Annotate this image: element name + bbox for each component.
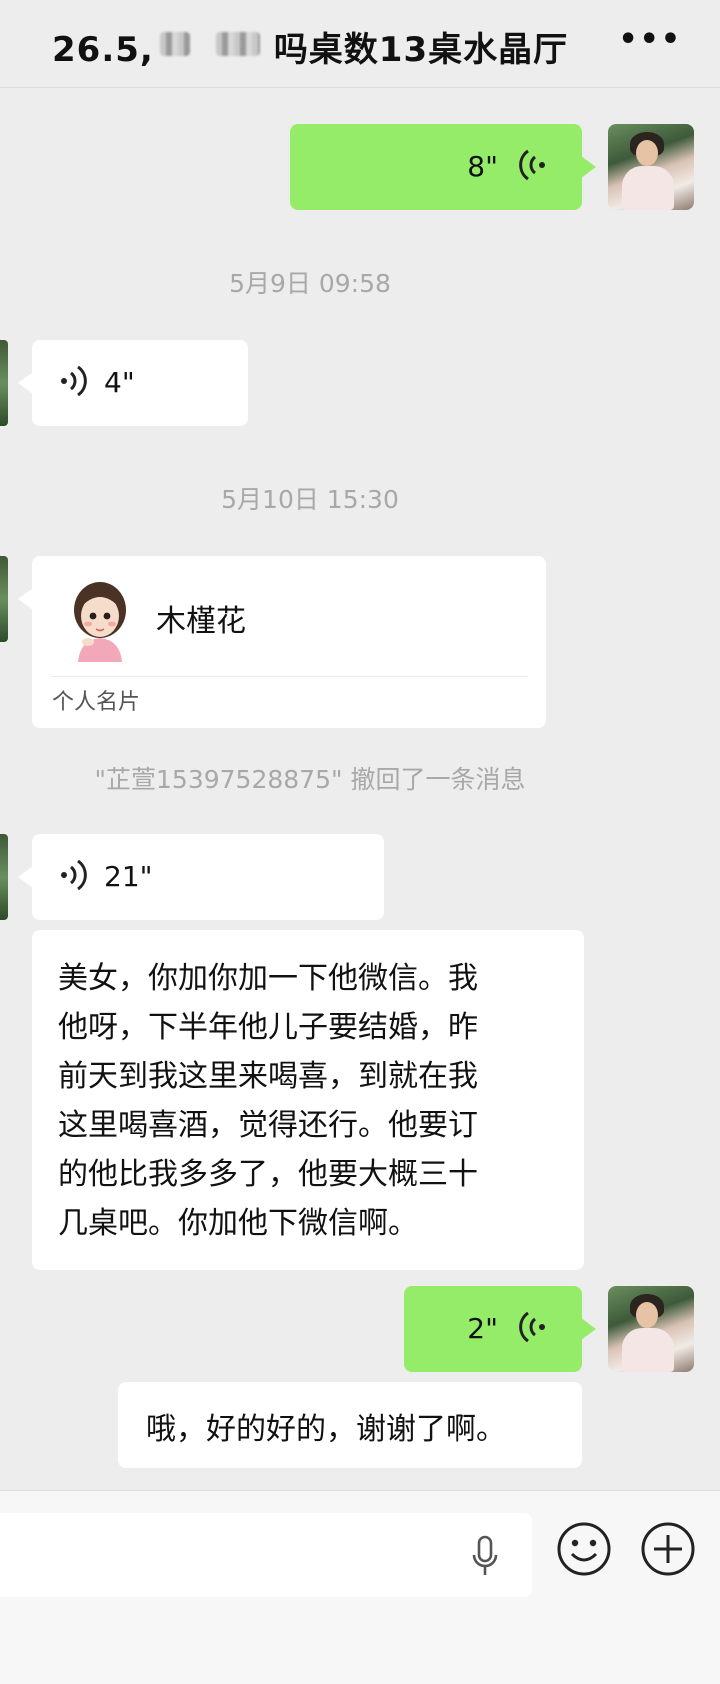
chat-title: 26.5, 吗桌数13桌水晶厅 — [52, 22, 568, 71]
emoji-icon[interactable] — [556, 1521, 612, 1577]
chat-title-suffix: 吗桌数13桌水晶厅 — [273, 30, 569, 70]
message-line: 这里喝喜酒，觉得还行。他要订 — [58, 1108, 478, 1143]
voice-message-outgoing[interactable]: 2" — [404, 1286, 596, 1372]
message-text: 美女，你加你加一下他微信。我 他呀，下半年他儿子要结婚，昨 前天到我这里来喝喜，… — [58, 954, 562, 1248]
voice-message-outgoing[interactable]: 8" — [290, 124, 596, 210]
voice-duration: 4" — [104, 366, 135, 399]
message-timestamp: 5月10日 15:30 — [221, 485, 399, 514]
recall-notice: "芷萱15397528875" 撤回了一条消息 — [94, 765, 526, 794]
chat-title-prefix: 26.5, — [52, 30, 154, 70]
more-icon[interactable]: ••• — [618, 22, 682, 57]
contact-card-label: 个人名片 — [52, 690, 141, 715]
message-timestamp: 5月9日 09:58 — [229, 269, 391, 298]
contact-card-message[interactable]: 木槿花 个人名片 — [18, 556, 546, 728]
cartoon-girl-avatar-icon — [74, 582, 126, 662]
voice-wave-icon — [61, 859, 87, 891]
message-line: 美女，你加你加一下他微信。我 — [58, 961, 478, 996]
my-avatar[interactable] — [608, 124, 694, 210]
message-line: 的他比我多多了，他要大概三十 — [58, 1157, 478, 1192]
chat-header: 26.5, 吗桌数13桌水晶厅 ••• — [0, 0, 720, 88]
voice-wave-icon — [61, 365, 87, 397]
contact-card-name: 木槿花 — [156, 604, 246, 639]
voice-transcript-outgoing[interactable]: 哦，好的好的，谢谢了啊。 — [118, 1382, 582, 1468]
redacted-text-mosaic — [216, 32, 260, 56]
message-input[interactable] — [0, 1513, 532, 1597]
text-message-incoming[interactable]: 美女，你加你加一下他微信。我 他呀，下半年他儿子要结婚，昨 前天到我这里来喝喜，… — [32, 930, 584, 1270]
message-line: 前天到我这里来喝喜，到就在我 — [58, 1059, 478, 1094]
message-line: 几桌吧。你加他下微信啊。 — [58, 1206, 418, 1241]
message-list: 8" 5月9日 09:58 4" 5月10日 15:30 木槿花 个人名片 "芷… — [0, 88, 720, 1490]
plus-icon[interactable] — [640, 1521, 696, 1577]
voice-duration: 8" — [467, 150, 498, 183]
voice-duration: 21" — [104, 860, 153, 893]
input-bar — [0, 1490, 720, 1684]
message-line: 他呀，下半年他儿子要结婚，昨 — [58, 1010, 478, 1045]
voice-message-incoming[interactable]: 4" — [18, 340, 248, 426]
card-divider — [50, 676, 528, 677]
voice-wave-icon — [519, 149, 545, 181]
voice-message-incoming[interactable]: 21" — [18, 834, 384, 920]
message-text: 哦，好的好的，谢谢了啊。 — [146, 1412, 506, 1447]
voice-duration: 2" — [467, 1312, 498, 1345]
microphone-icon[interactable] — [470, 1535, 500, 1579]
redacted-text-mosaic — [160, 32, 190, 56]
my-avatar[interactable] — [608, 1286, 694, 1372]
contact-avatar[interactable] — [0, 340, 8, 426]
contact-avatar[interactable] — [0, 556, 8, 642]
contact-avatar[interactable] — [0, 834, 8, 920]
voice-wave-icon — [519, 1311, 545, 1343]
